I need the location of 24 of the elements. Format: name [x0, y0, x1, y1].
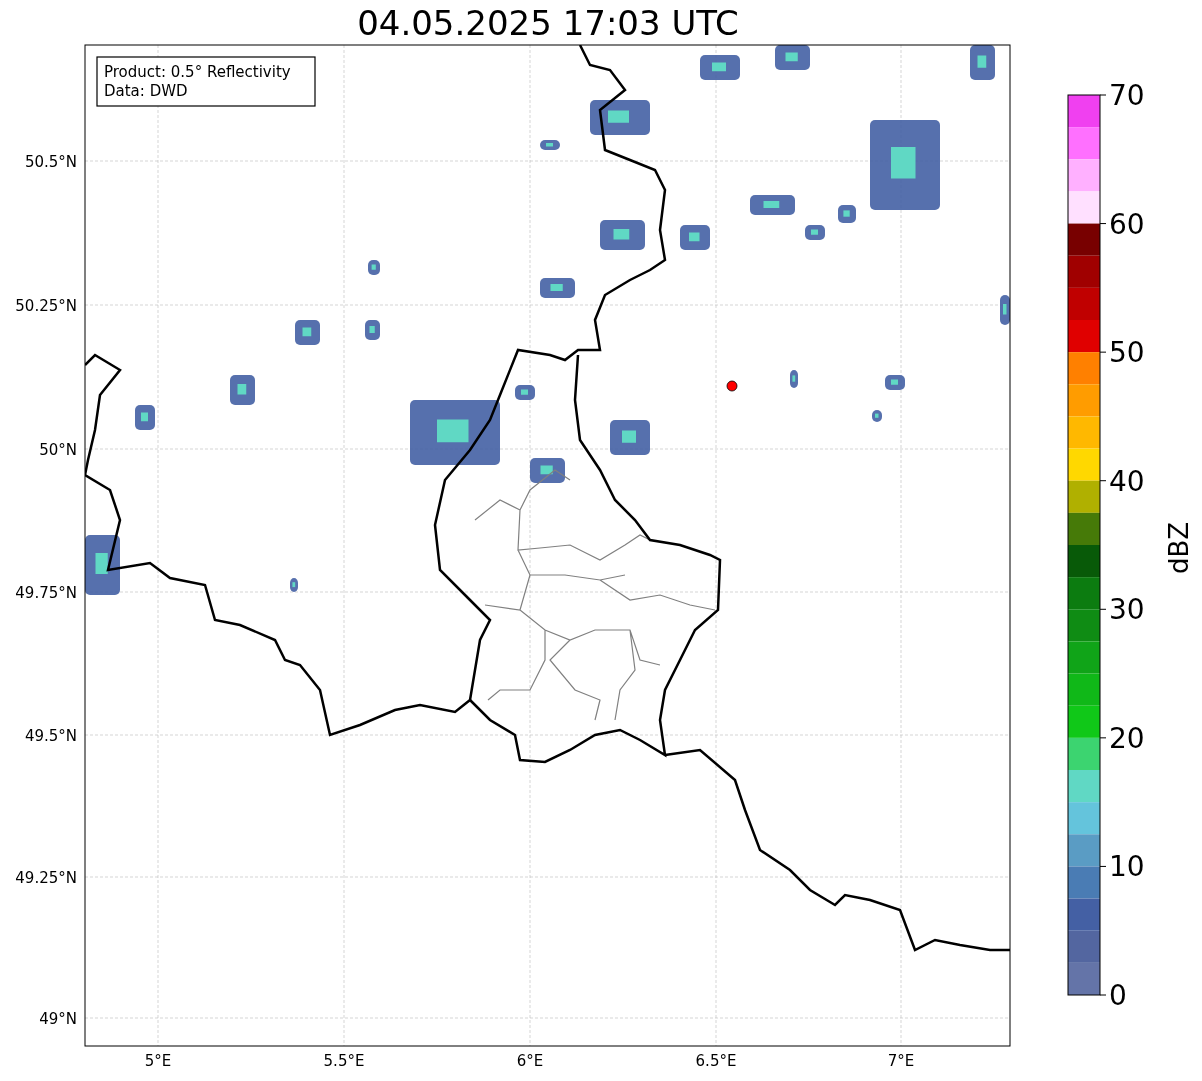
latitude-label: 49°N [39, 1010, 77, 1028]
latitude-label: 50.5°N [24, 153, 77, 171]
colorbar-tick-label: 60 [1109, 207, 1145, 241]
longitude-label: 7°E [887, 1052, 915, 1070]
info-text: Product: 0.5° Reflectivity [104, 63, 291, 81]
latitude-label: 49.5°N [24, 727, 77, 745]
colorbar-tick-label: 50 [1109, 336, 1145, 370]
colorbar-tick-label: 20 [1109, 721, 1145, 755]
colorbar-tick-label: 10 [1109, 850, 1145, 884]
latitude-label: 50.25°N [15, 297, 77, 315]
latitude-label: 49.25°N [15, 869, 77, 887]
colorbar-tick-label: 40 [1109, 464, 1145, 498]
colorbar-tick-label: 0 [1109, 979, 1127, 1012]
longitude-label: 6°E [516, 1052, 544, 1070]
longitude-label: 5°E [144, 1052, 172, 1070]
colorbar-tick-label: 70 [1109, 79, 1145, 112]
latitude-label: 49.75°N [15, 584, 77, 602]
colorbar-tick-label: 30 [1109, 593, 1145, 627]
figure-title: 04.05.2025 17:03 UTC [357, 3, 739, 43]
longitude-label: 6.5°E [695, 1052, 737, 1070]
latitude-label: 50°N [39, 441, 77, 459]
info-text: Data: DWD [104, 82, 188, 100]
longitude-label: 5.5°E [323, 1052, 365, 1070]
colorbar-label: dBZ [1164, 521, 1194, 575]
